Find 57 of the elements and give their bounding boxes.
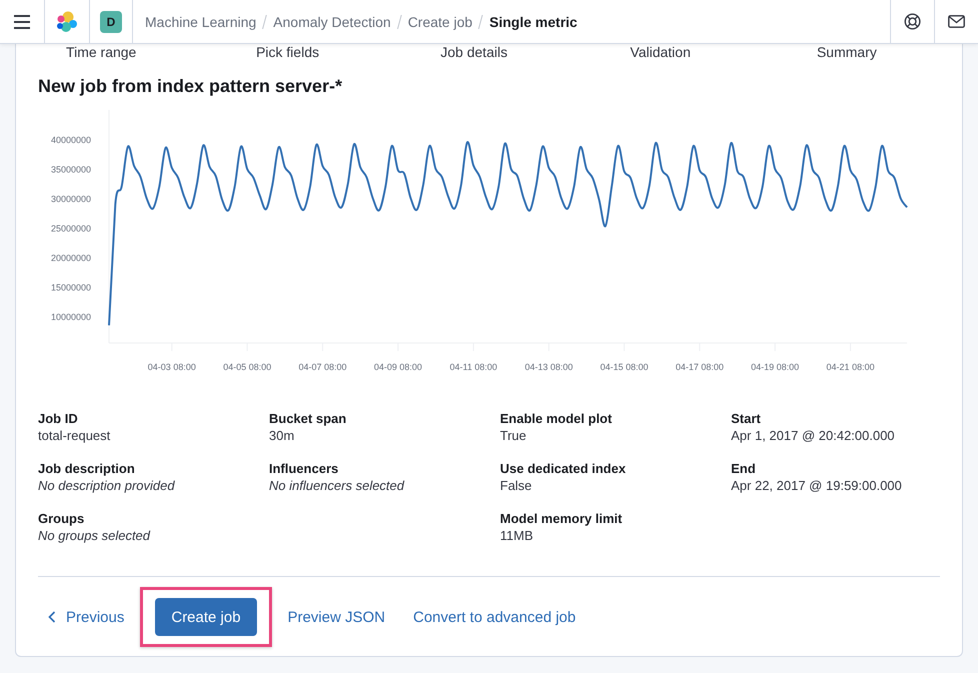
step-label[interactable]: Job details bbox=[440, 44, 508, 60]
x-tick-label: 04-05 08:00 bbox=[223, 362, 272, 372]
field-value: total-request bbox=[38, 427, 112, 445]
field-label: Job description bbox=[38, 460, 136, 477]
step-label[interactable]: Summary bbox=[816, 44, 877, 60]
x-tick-label: 04-15 08:00 bbox=[600, 362, 648, 372]
x-tick-label: 04-17 08:00 bbox=[676, 362, 724, 372]
field-value: No influencers selected bbox=[269, 477, 406, 495]
y-tick-label: 15000000 bbox=[50, 282, 91, 292]
field-label: Start bbox=[731, 410, 762, 427]
action-link[interactable]: Convert to advanced job bbox=[413, 608, 576, 626]
step-label[interactable]: Time range bbox=[66, 44, 136, 60]
field-value: Apr 1, 2017 @ 20:42:00.000 bbox=[731, 427, 896, 445]
field-label: Enable model plot bbox=[500, 410, 613, 427]
help-icon[interactable] bbox=[904, 13, 921, 30]
field-label: Bucket span bbox=[269, 410, 348, 427]
panel-title: New job from index pattern server-* bbox=[38, 75, 344, 98]
y-tick-label: 35000000 bbox=[50, 164, 91, 174]
y-tick-label: 10000000 bbox=[50, 312, 91, 322]
x-tick-label: 04-19 08:00 bbox=[751, 362, 800, 372]
breadcrumb-link[interactable]: Machine Learning bbox=[145, 14, 256, 30]
step-label[interactable]: Validation bbox=[630, 44, 691, 60]
x-tick-label: 04-13 08:00 bbox=[524, 362, 573, 372]
logo-icon[interactable] bbox=[55, 10, 79, 34]
field-value: True bbox=[500, 427, 528, 445]
x-tick-label: 04-09 08:00 bbox=[374, 362, 422, 372]
field-label: Use dedicated index bbox=[500, 460, 627, 477]
space-avatar[interactable]: D bbox=[100, 10, 122, 32]
y-tick-label: 30000000 bbox=[50, 194, 91, 204]
x-tick-label: 04-11 08:00 bbox=[450, 362, 498, 372]
field-value: Apr 22, 2017 @ 19:59:00.000 bbox=[731, 477, 903, 495]
x-tick-label: 04-21 08:00 bbox=[826, 362, 874, 372]
x-tick-label: 04-03 08:00 bbox=[148, 362, 196, 372]
field-label: Groups bbox=[38, 510, 86, 527]
action-link[interactable]: Preview JSON bbox=[288, 608, 386, 626]
y-tick-label: 40000000 bbox=[50, 135, 91, 145]
breadcrumb-link[interactable]: Single metric bbox=[489, 14, 578, 30]
previous-link[interactable]: Previous bbox=[48, 608, 124, 626]
field-value: No description provided bbox=[38, 477, 176, 495]
x-tick-label: 04-07 08:00 bbox=[298, 362, 347, 372]
field-label: Influencers bbox=[269, 460, 340, 477]
step-label[interactable]: Pick fields bbox=[256, 44, 320, 60]
field-label: Job ID bbox=[38, 410, 79, 427]
field-value: No groups selected bbox=[38, 527, 152, 545]
breadcrumb-link[interactable]: Create job bbox=[408, 14, 472, 30]
create-job-button[interactable]: Create job bbox=[155, 598, 257, 636]
field-value: False bbox=[500, 477, 533, 495]
y-tick-label: 25000000 bbox=[50, 223, 91, 234]
menu-icon[interactable] bbox=[13, 14, 31, 28]
field-value: 11MB bbox=[500, 527, 534, 545]
field-label: Model memory limit bbox=[500, 510, 624, 527]
mail-icon[interactable] bbox=[948, 15, 965, 28]
field-value: 30m bbox=[269, 427, 296, 445]
field-label: End bbox=[731, 460, 757, 477]
breadcrumb-link[interactable]: Anomaly Detection bbox=[273, 14, 391, 30]
y-tick-label: 20000000 bbox=[50, 252, 91, 263]
chevron-left-icon bbox=[48, 611, 56, 623]
